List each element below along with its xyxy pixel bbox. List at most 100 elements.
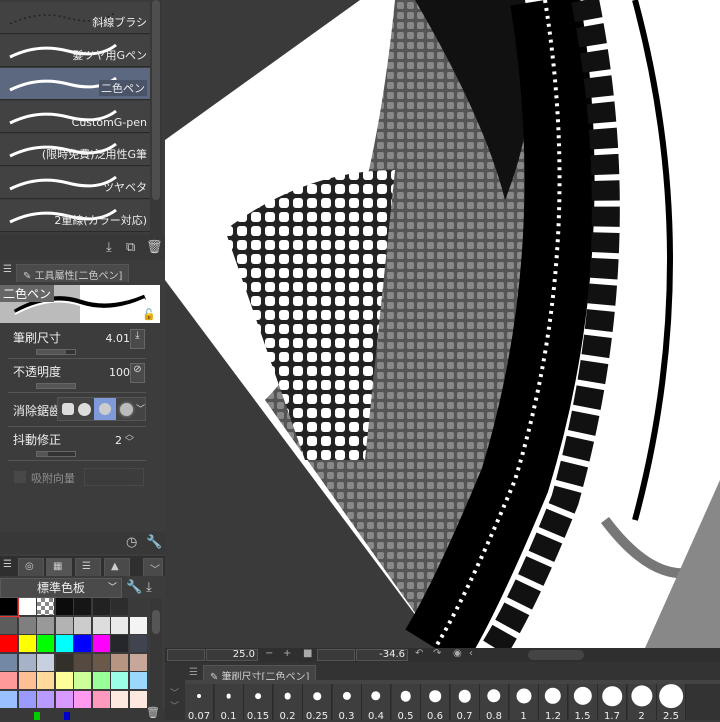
color-set-dropdown[interactable]: 標準色板 ﹀: [0, 578, 122, 598]
brush-size-cell[interactable]: 0.1: [214, 684, 244, 722]
color-swatch[interactable]: [92, 616, 111, 635]
duplicate-icon[interactable]: ⧉: [126, 240, 135, 255]
color-swatch[interactable]: [129, 653, 148, 672]
brush-item[interactable]: 2重線(カラー対応): [0, 200, 150, 232]
color-swatch[interactable]: [129, 635, 148, 653]
brush-size-cell[interactable]: 1: [509, 684, 539, 722]
brush-size-cell[interactable]: 1.7: [598, 684, 627, 722]
rotate-left-icon[interactable]: ↶: [415, 648, 423, 659]
rotation-value[interactable]: -34.6: [356, 649, 408, 661]
color-swatch[interactable]: [0, 672, 18, 690]
import-icon[interactable]: ⤓: [146, 580, 152, 595]
chevron-down-icon[interactable]: ﹀: [136, 402, 145, 415]
brush-list-scrollbar[interactable]: [150, 0, 162, 235]
color-swatch[interactable]: [0, 598, 20, 618]
color-swatch[interactable]: [18, 653, 37, 672]
rotation-slider[interactable]: [317, 649, 355, 661]
brush-size-cell[interactable]: 0.3: [332, 684, 362, 722]
brush-size-cell[interactable]: 0.7: [450, 684, 480, 722]
color-swatch[interactable]: [55, 598, 74, 616]
color-swatch[interactable]: [111, 672, 129, 690]
brush-size-cell[interactable]: 0.4: [362, 684, 391, 722]
tab-tool-property[interactable]: ✎ 工具屬性[二色ペン]: [16, 264, 130, 282]
menu-icon[interactable]: ☰: [189, 667, 198, 678]
color-swatch[interactable]: [18, 616, 37, 635]
color-swatch[interactable]: [74, 690, 92, 708]
color-swatch[interactable]: [74, 616, 92, 635]
brush-size-slider[interactable]: [36, 349, 76, 355]
brush-item[interactable]: CustomG-pen: [0, 101, 150, 133]
brush-item[interactable]: 髮ツヤ用Gペン: [0, 35, 150, 67]
trash-icon[interactable]: 🗑: [146, 240, 163, 255]
color-swatch[interactable]: [92, 653, 111, 672]
wrench-icon[interactable]: 🔧: [126, 580, 142, 595]
brush-size-cell[interactable]: 0.07: [185, 684, 214, 722]
color-swatch[interactable]: [92, 672, 111, 690]
brush-size-cell[interactable]: 0.6: [421, 684, 450, 722]
tab-intermediate[interactable]: ☰: [75, 558, 101, 576]
brush-size-value[interactable]: 4.01: [106, 332, 131, 345]
brush-item[interactable]: 斜線ブラシ: [0, 2, 150, 34]
zoom-in-icon[interactable]: +: [283, 648, 291, 659]
color-swatch[interactable]: [74, 672, 92, 690]
color-swatch[interactable]: [37, 672, 55, 690]
brush-size-cell[interactable]: 0.2: [273, 684, 303, 722]
brush-item[interactable]: (限時免費)泛用性G筆: [0, 134, 150, 166]
color-swatch[interactable]: [0, 616, 18, 635]
trash-icon[interactable]: 🗑: [146, 706, 160, 719]
color-swatch[interactable]: [0, 690, 18, 708]
color-swatch[interactable]: [92, 598, 111, 616]
zoom-value[interactable]: 25.0: [206, 649, 258, 661]
brush-size-cell[interactable]: 0.5: [391, 684, 421, 722]
color-swatch[interactable]: [129, 616, 148, 635]
opacity-slider[interactable]: [36, 383, 76, 389]
color-swatch[interactable]: [0, 635, 18, 653]
color-swatch[interactable]: [37, 653, 55, 672]
brush-size-cell[interactable]: 0.8: [480, 684, 509, 722]
color-swatch[interactable]: [18, 635, 37, 653]
color-swatch[interactable]: [74, 653, 92, 672]
canvas[interactable]: [165, 0, 720, 648]
chevron-down-icon[interactable]: ﹀: [143, 558, 163, 576]
color-swatch[interactable]: [55, 616, 74, 635]
chevron-down-icon[interactable]: ﹀ ﹀: [165, 662, 185, 720]
color-swatch[interactable]: [111, 616, 129, 635]
color-swatch[interactable]: [18, 598, 37, 616]
tab-similar[interactable]: ▲: [104, 558, 130, 576]
opacity-value[interactable]: 100: [109, 366, 130, 379]
color-swatch[interactable]: [18, 690, 37, 708]
tab-color-wheel[interactable]: ◎: [18, 558, 44, 576]
brush-size-cell[interactable]: 0.15: [244, 684, 273, 722]
reset-icon[interactable]: ◷: [126, 535, 137, 550]
brush-size-cell[interactable]: 1.5: [568, 684, 598, 722]
color-swatch[interactable]: [37, 598, 55, 616]
color-swatch[interactable]: [129, 598, 148, 616]
color-swatch[interactable]: [55, 653, 74, 672]
spinner[interactable]: ︿﹀: [125, 431, 134, 448]
pressure-icon[interactable]: ⤓: [130, 329, 145, 349]
color-swatch[interactable]: [92, 635, 111, 653]
color-swatch[interactable]: [55, 690, 74, 708]
zoom-out-icon[interactable]: −: [265, 648, 273, 659]
color-swatch[interactable]: [37, 616, 55, 635]
zoom-slider[interactable]: [167, 649, 205, 661]
import-icon[interactable]: ⤓: [106, 240, 112, 255]
color-swatch[interactable]: [55, 672, 74, 690]
brush-item[interactable]: ツヤベタ: [0, 167, 150, 199]
color-swatch[interactable]: [18, 672, 37, 690]
color-swatch[interactable]: [111, 690, 129, 708]
stabilization-slider[interactable]: [36, 451, 76, 457]
brush-size-cell[interactable]: 1.2: [539, 684, 568, 722]
color-swatch[interactable]: [92, 690, 111, 708]
reset-rotation-icon[interactable]: ◉: [453, 648, 462, 659]
lock-icon[interactable]: 🔓: [142, 308, 156, 321]
color-swatch[interactable]: [37, 635, 55, 653]
stabilization-value[interactable]: 2: [115, 434, 122, 447]
color-swatch[interactable]: [55, 635, 74, 653]
color-swatch[interactable]: [37, 690, 55, 708]
color-swatch[interactable]: [129, 690, 148, 708]
palette-scrollbar[interactable]: [150, 598, 162, 708]
snap-checkbox[interactable]: [14, 471, 26, 483]
color-swatch[interactable]: [111, 635, 129, 653]
brush-size-cell[interactable]: 2.5: [657, 684, 686, 722]
